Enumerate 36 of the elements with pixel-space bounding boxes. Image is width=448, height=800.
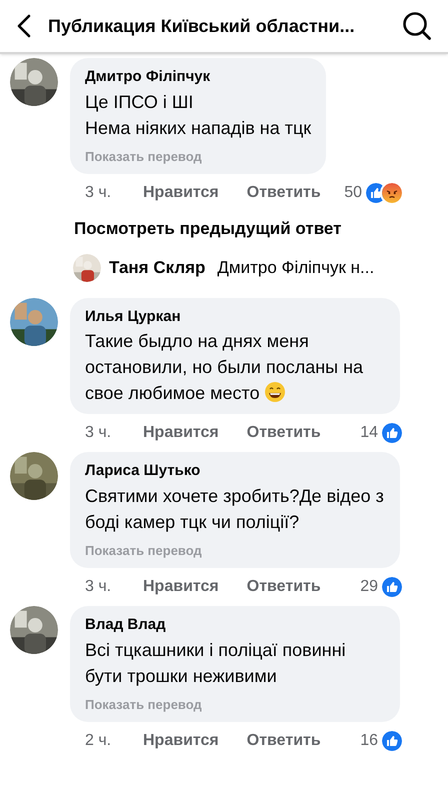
reply-author[interactable]: Таня Скляр xyxy=(109,254,206,280)
like-reaction-icon xyxy=(382,423,402,443)
back-icon[interactable] xyxy=(16,14,32,38)
comment-time: 3 ч. xyxy=(85,423,112,443)
search-icon[interactable] xyxy=(402,11,432,41)
comment-time: 3 ч. xyxy=(85,577,112,597)
reaction-count: 29 xyxy=(360,577,378,597)
comment-text: Такие быдло на днях меня остановили, но были посланы на свое любимое место xyxy=(85,330,364,405)
like-link[interactable]: Нравится xyxy=(143,181,219,205)
reaction-count: 16 xyxy=(360,731,378,751)
comment-text: Це ІПСО і ШІ xyxy=(85,90,194,114)
reply-link[interactable]: Ответить xyxy=(246,729,321,753)
author-name[interactable]: Дмитро Філіпчук xyxy=(85,66,312,88)
reply-link[interactable]: Ответить xyxy=(246,421,321,445)
reply-preview[interactable]: Дмитро Філіпчук н... xyxy=(217,254,374,280)
comment-text: Всі тцкашники і поліцаї повинні бути трошки неживими xyxy=(85,638,347,688)
like-reaction-icon xyxy=(382,731,402,751)
reaction-count: 50 xyxy=(344,183,362,203)
author-name[interactable]: Лариса Шутько xyxy=(85,460,385,482)
grinning-emoji-icon xyxy=(264,381,286,403)
like-link[interactable]: Нравится xyxy=(143,421,219,445)
comment-text: Нема ніяких нападів на тцк xyxy=(85,116,312,140)
view-previous-reply-link[interactable]: Посмотреть предыдущий ответ xyxy=(74,216,342,242)
reply-link[interactable]: Ответить xyxy=(246,575,321,599)
angry-reaction-icon xyxy=(382,183,402,203)
reaction-count: 14 xyxy=(360,423,378,443)
like-link[interactable]: Нравится xyxy=(143,729,219,753)
author-name[interactable]: Илья Цуркан xyxy=(85,306,385,328)
like-link[interactable]: Нравится xyxy=(143,575,219,599)
page-title: Публикация Київський областни... xyxy=(48,14,356,38)
comment-text: Святими хочете зробить?Де відео з боді камер тцк чи поліції? xyxy=(85,484,385,534)
comment-time: 2 ч. xyxy=(85,731,112,751)
reply-link[interactable]: Ответить xyxy=(246,181,321,205)
comment-time: 3 ч. xyxy=(85,183,112,203)
author-name[interactable]: Влад Влад xyxy=(85,614,385,636)
like-reaction-icon xyxy=(382,577,402,597)
